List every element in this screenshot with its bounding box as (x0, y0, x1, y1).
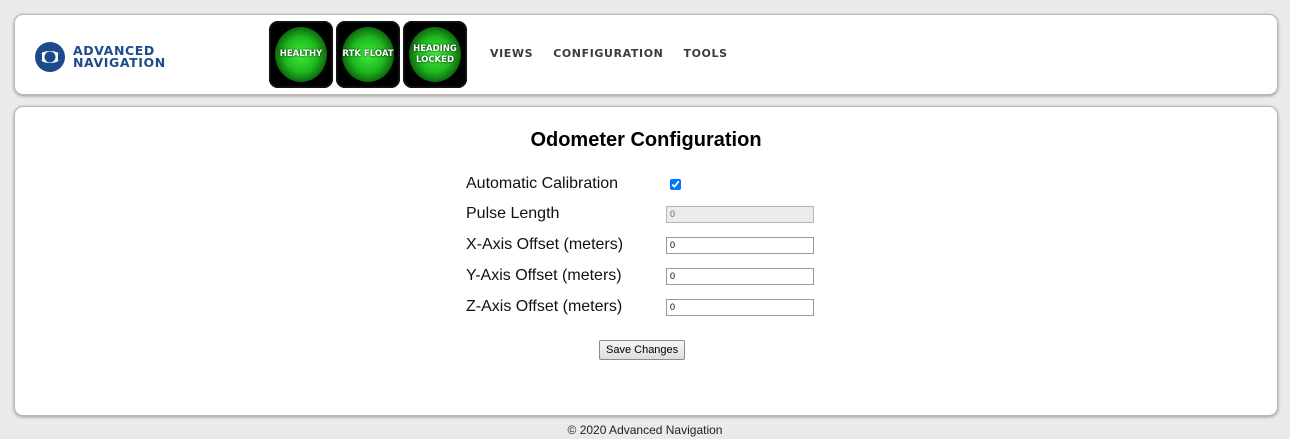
status-tile-heading-locked: HEADING LOCKED (403, 21, 467, 88)
logo-line-2: NAVIGATION (73, 55, 166, 70)
status-tile-healthy: HEALTHY (269, 21, 333, 88)
logo-text: ADVANCED NAVIGATION (73, 44, 166, 70)
y-axis-offset-row: Y-Axis Offset (meters) (466, 267, 814, 285)
x-axis-offset-input[interactable] (666, 236, 814, 254)
odometer-config-panel: Odometer Configuration Automatic Calibra… (14, 106, 1278, 416)
pulse-length-row: Pulse Length (466, 205, 814, 223)
x-axis-offset-row: X-Axis Offset (meters) (466, 236, 814, 254)
z-axis-offset-label: Z-Axis Offset (meters) (466, 298, 623, 315)
z-axis-offset-input[interactable] (666, 298, 814, 316)
z-axis-offset-row: Z-Axis Offset (meters) (466, 298, 814, 316)
automatic-calibration-label: Automatic Calibration (466, 175, 619, 192)
status-tile-label: RTK FLOAT (342, 49, 394, 59)
pulse-length-label: Pulse Length (466, 205, 560, 222)
status-tiles: HEALTHY RTK FLOAT HEADING LOCKED (269, 21, 467, 88)
advanced-navigation-logo-icon (35, 42, 65, 72)
nav-views[interactable]: VIEWS (490, 47, 533, 60)
status-tile-rtk-float: RTK FLOAT (336, 21, 400, 88)
logo[interactable]: ADVANCED NAVIGATION (33, 40, 166, 74)
status-tile-line1: HEADING (413, 43, 457, 54)
nav-tools[interactable]: TOOLS (683, 47, 727, 60)
header-bar: ADVANCED NAVIGATION HEALTHY RTK FLOAT HE… (14, 14, 1278, 95)
y-axis-offset-input[interactable] (666, 267, 814, 285)
pulse-length-input[interactable] (666, 205, 814, 223)
y-axis-offset-label: Y-Axis Offset (meters) (466, 267, 622, 284)
status-tile-label: HEADING LOCKED (413, 44, 457, 66)
save-changes-button[interactable]: Save Changes (599, 340, 686, 360)
page-title: Odometer Configuration (530, 129, 762, 151)
nav-configuration[interactable]: CONFIGURATION (553, 47, 663, 60)
x-axis-offset-label: X-Axis Offset (meters) (466, 236, 624, 253)
status-tile-label: HEALTHY (279, 49, 323, 59)
footer-copyright: © 2020 Advanced Navigation (567, 423, 723, 437)
status-tile-line2: LOCKED (415, 54, 455, 65)
automatic-calibration-row: Automatic Calibration (466, 175, 681, 193)
main-nav: VIEWS CONFIGURATION TOOLS (490, 47, 728, 60)
automatic-calibration-checkbox[interactable] (670, 178, 681, 190)
